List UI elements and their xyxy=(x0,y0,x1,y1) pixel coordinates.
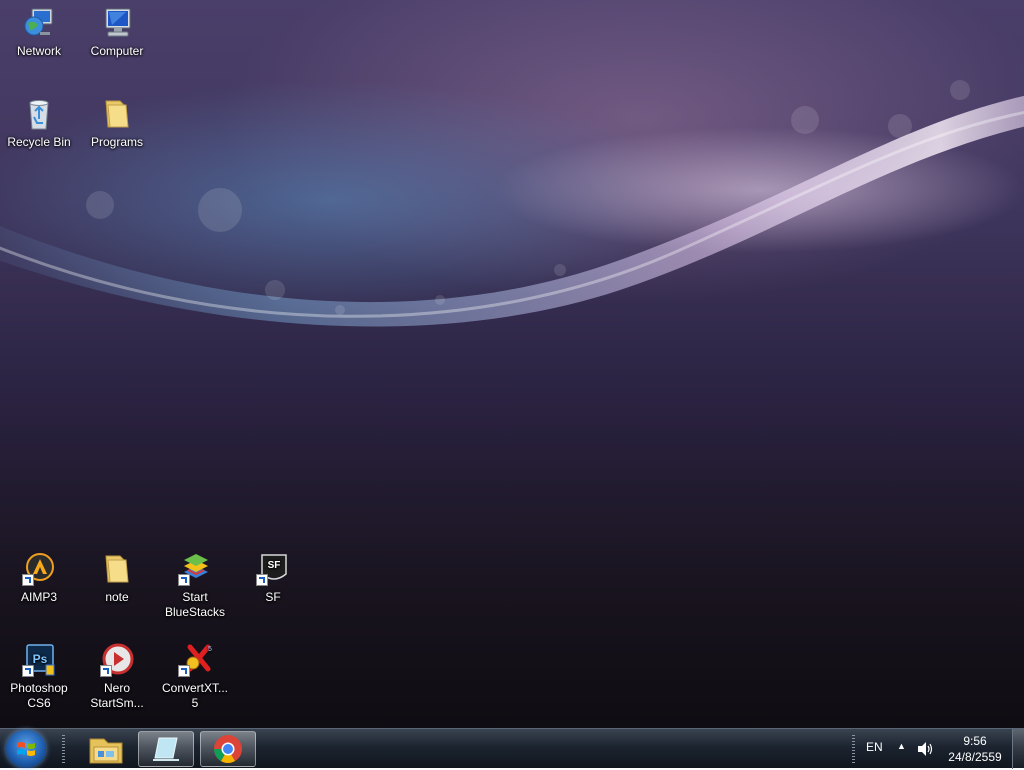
desktop-icon-sf[interactable]: SF SF xyxy=(235,552,311,605)
svg-text:5: 5 xyxy=(208,646,212,653)
taskbar-chrome-button[interactable] xyxy=(200,731,256,767)
desktop-icon-label: Network xyxy=(16,44,61,58)
desktop-icon-bluestacks[interactable]: Start BlueStacks xyxy=(157,552,233,620)
taskbar-explorer-button[interactable] xyxy=(78,731,134,767)
desktop-icon-label: Nero StartSm... xyxy=(90,681,144,710)
desktop-app-icon xyxy=(153,737,179,761)
taskbar-grip[interactable] xyxy=(62,735,65,763)
desktop-icon-programs[interactable]: Programs xyxy=(79,97,155,150)
desktop-icon-label: Recycle Bin xyxy=(7,135,71,149)
volume-icon[interactable] xyxy=(916,741,934,757)
clock-date: 24/8/2559 xyxy=(948,750,1002,764)
desktop-icon-aimp3[interactable]: AIMP3 xyxy=(1,552,77,605)
clock-time: 9:56 xyxy=(963,734,987,748)
desktop-icon-label: ConvertXT... 5 xyxy=(161,681,229,710)
convertxtodvd-icon: 5 xyxy=(178,643,212,677)
show-desktop-button[interactable] xyxy=(1012,729,1024,769)
programs-folder-icon xyxy=(100,97,134,131)
svg-text:SF: SF xyxy=(268,560,281,571)
network-icon xyxy=(22,6,56,40)
desktop-icon-note[interactable]: note xyxy=(79,552,155,605)
windows-logo-icon xyxy=(17,742,35,756)
desktop-icon-label: Start BlueStacks xyxy=(164,590,226,619)
desktop-icon-recycle-bin[interactable]: Recycle Bin xyxy=(1,97,77,150)
desktop-icon-label: SF xyxy=(265,590,281,604)
windows-explorer-icon xyxy=(89,738,123,764)
desktop-icon-nero[interactable]: Nero StartSm... xyxy=(79,643,155,711)
chrome-icon xyxy=(214,735,242,763)
taskbar-app-button[interactable] xyxy=(138,731,194,767)
aimp3-icon xyxy=(22,552,56,586)
desktop-icon-label: note xyxy=(105,590,129,604)
start-button[interactable] xyxy=(6,730,46,768)
bluestacks-icon xyxy=(178,552,212,586)
nero-icon xyxy=(100,643,134,677)
note-folder-icon xyxy=(100,552,134,586)
sf-icon: SF xyxy=(256,552,290,586)
desktop[interactable]: Network Computer Recycle Bin Programs AI… xyxy=(0,0,1024,728)
desktop-icon-network[interactable]: Network xyxy=(1,6,77,59)
show-hidden-icons-icon[interactable]: ▲ xyxy=(897,741,906,751)
recycle-bin-icon xyxy=(22,97,56,131)
photoshop-icon: Ps xyxy=(22,643,56,677)
clock[interactable]: 9:56 24/8/2559 xyxy=(940,733,1010,765)
svg-text:Ps: Ps xyxy=(33,652,48,666)
desktop-icon-label: Computer xyxy=(90,44,144,58)
desktop-icon-label: Photoshop CS6 xyxy=(10,681,68,710)
desktop-icon-photoshop[interactable]: Ps Photoshop CS6 xyxy=(1,643,77,711)
desktop-icon-convertxtodvd[interactable]: 5 ConvertXT... 5 xyxy=(157,643,233,711)
taskbar: EN ▲ 9:56 24/8/2559 xyxy=(0,728,1024,769)
computer-icon xyxy=(100,6,134,40)
desktop-icon-computer[interactable]: Computer xyxy=(79,6,155,59)
tray-grip[interactable] xyxy=(852,735,855,763)
language-indicator[interactable]: EN xyxy=(866,740,883,754)
desktop-icon-label: AIMP3 xyxy=(20,590,57,604)
desktop-icon-label: Programs xyxy=(90,135,143,149)
